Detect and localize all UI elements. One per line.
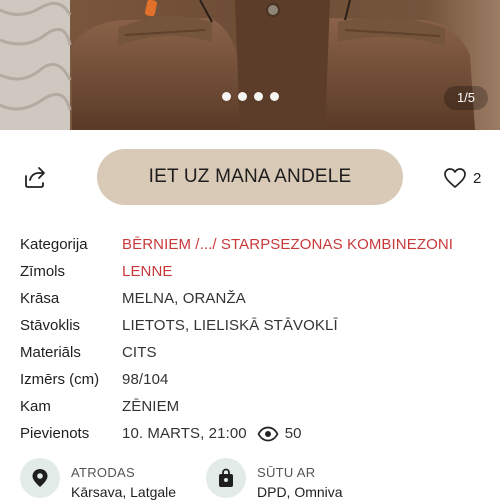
- details-table: Kategorija BĒRNIEM /.../ STARPSEZONAS KOM…: [20, 231, 490, 447]
- shipping-info: SŪTU AR DPD, Omniva: [206, 458, 343, 500]
- detail-value: 98/104: [122, 371, 168, 388]
- detail-row: Krāsa MELNA, ORANŽA: [20, 285, 490, 312]
- location-value: Kārsava, Latgale: [71, 484, 177, 500]
- go-to-my-andele-button[interactable]: IET UZ MANA ANDELE: [97, 149, 403, 205]
- detail-row: Pievienots 10. MARTS, 21:00 50: [20, 420, 490, 447]
- detail-value-text: MELNA, ORANŽA: [122, 290, 246, 307]
- carousel-dots[interactable]: [0, 92, 500, 101]
- location-info: ATRODAS Kārsava, Latgale: [20, 458, 176, 500]
- detail-label: Krāsa: [20, 290, 60, 307]
- like-button[interactable]: 2: [443, 165, 481, 191]
- detail-label: Materiāls: [20, 344, 81, 361]
- share-icon[interactable]: [22, 164, 48, 190]
- detail-value: 10. MARTS, 21:00 50: [122, 425, 302, 442]
- detail-value-text: LIETOTS, LIELISKĀ STĀVOKLĪ: [122, 317, 338, 334]
- location-label: ATRODAS: [71, 465, 135, 480]
- detail-value: MELNA, ORANŽA: [122, 290, 246, 307]
- carousel-dot[interactable]: [237, 92, 247, 101]
- like-count: 2: [473, 169, 482, 187]
- detail-value-text: 10. MARTS, 21:00: [122, 425, 247, 442]
- shipping-value: DPD, Omniva: [257, 484, 343, 500]
- location-pin-icon: [20, 458, 60, 498]
- heart-icon: [444, 168, 466, 188]
- detail-label: Pievienots: [20, 425, 90, 442]
- detail-value-text: ZĒNIEM: [122, 398, 180, 415]
- detail-row: Zīmols LENNE: [20, 258, 490, 285]
- detail-value-text: BĒRNIEM /.../ STARPSEZONAS KOMBINEZONI: [122, 236, 454, 253]
- detail-row: Stāvoklis LIETOTS, LIELISKĀ STĀVOKLĪ: [20, 312, 490, 339]
- detail-row: Kategorija BĒRNIEM /.../ STARPSEZONAS KOM…: [20, 231, 490, 258]
- detail-value-link[interactable]: BĒRNIEM /.../ STARPSEZONAS KOMBINEZONI: [122, 236, 453, 253]
- view-count: 50: [284, 425, 302, 442]
- shopping-bag-icon: [206, 458, 246, 498]
- carousel-dot[interactable]: [253, 92, 263, 101]
- detail-label: Izmērs (cm): [20, 371, 100, 388]
- action-bar: IET UZ MANA ANDELE 2: [0, 130, 500, 222]
- detail-label: Kategorija: [20, 236, 88, 253]
- carousel-dot[interactable]: [221, 92, 231, 101]
- product-photo: [0, 0, 500, 130]
- detail-label: Kam: [20, 398, 51, 415]
- detail-row: Kam ZĒNIEM: [20, 393, 490, 420]
- carousel-dot[interactable]: [269, 92, 279, 101]
- shipping-label: SŪTU AR: [257, 465, 316, 480]
- photo-counter: 1/5: [444, 86, 488, 110]
- eye-icon: [257, 426, 279, 441]
- detail-value-text: CITS: [122, 344, 157, 361]
- detail-row: Izmērs (cm) 98/104: [20, 366, 490, 393]
- detail-value-text: 98/104: [122, 371, 169, 388]
- detail-value-text: LENNE: [122, 263, 173, 280]
- detail-row: Materiāls CITS: [20, 339, 490, 366]
- detail-value: LIETOTS, LIELISKĀ STĀVOKLĪ: [122, 317, 338, 334]
- detail-value-link[interactable]: LENNE: [122, 263, 173, 280]
- detail-value: ZĒNIEM: [122, 398, 179, 415]
- detail-label: Zīmols: [20, 263, 65, 280]
- detail-label: Stāvoklis: [20, 317, 81, 334]
- photo-gallery[interactable]: 1/5: [0, 0, 500, 130]
- detail-value: CITS: [122, 344, 157, 361]
